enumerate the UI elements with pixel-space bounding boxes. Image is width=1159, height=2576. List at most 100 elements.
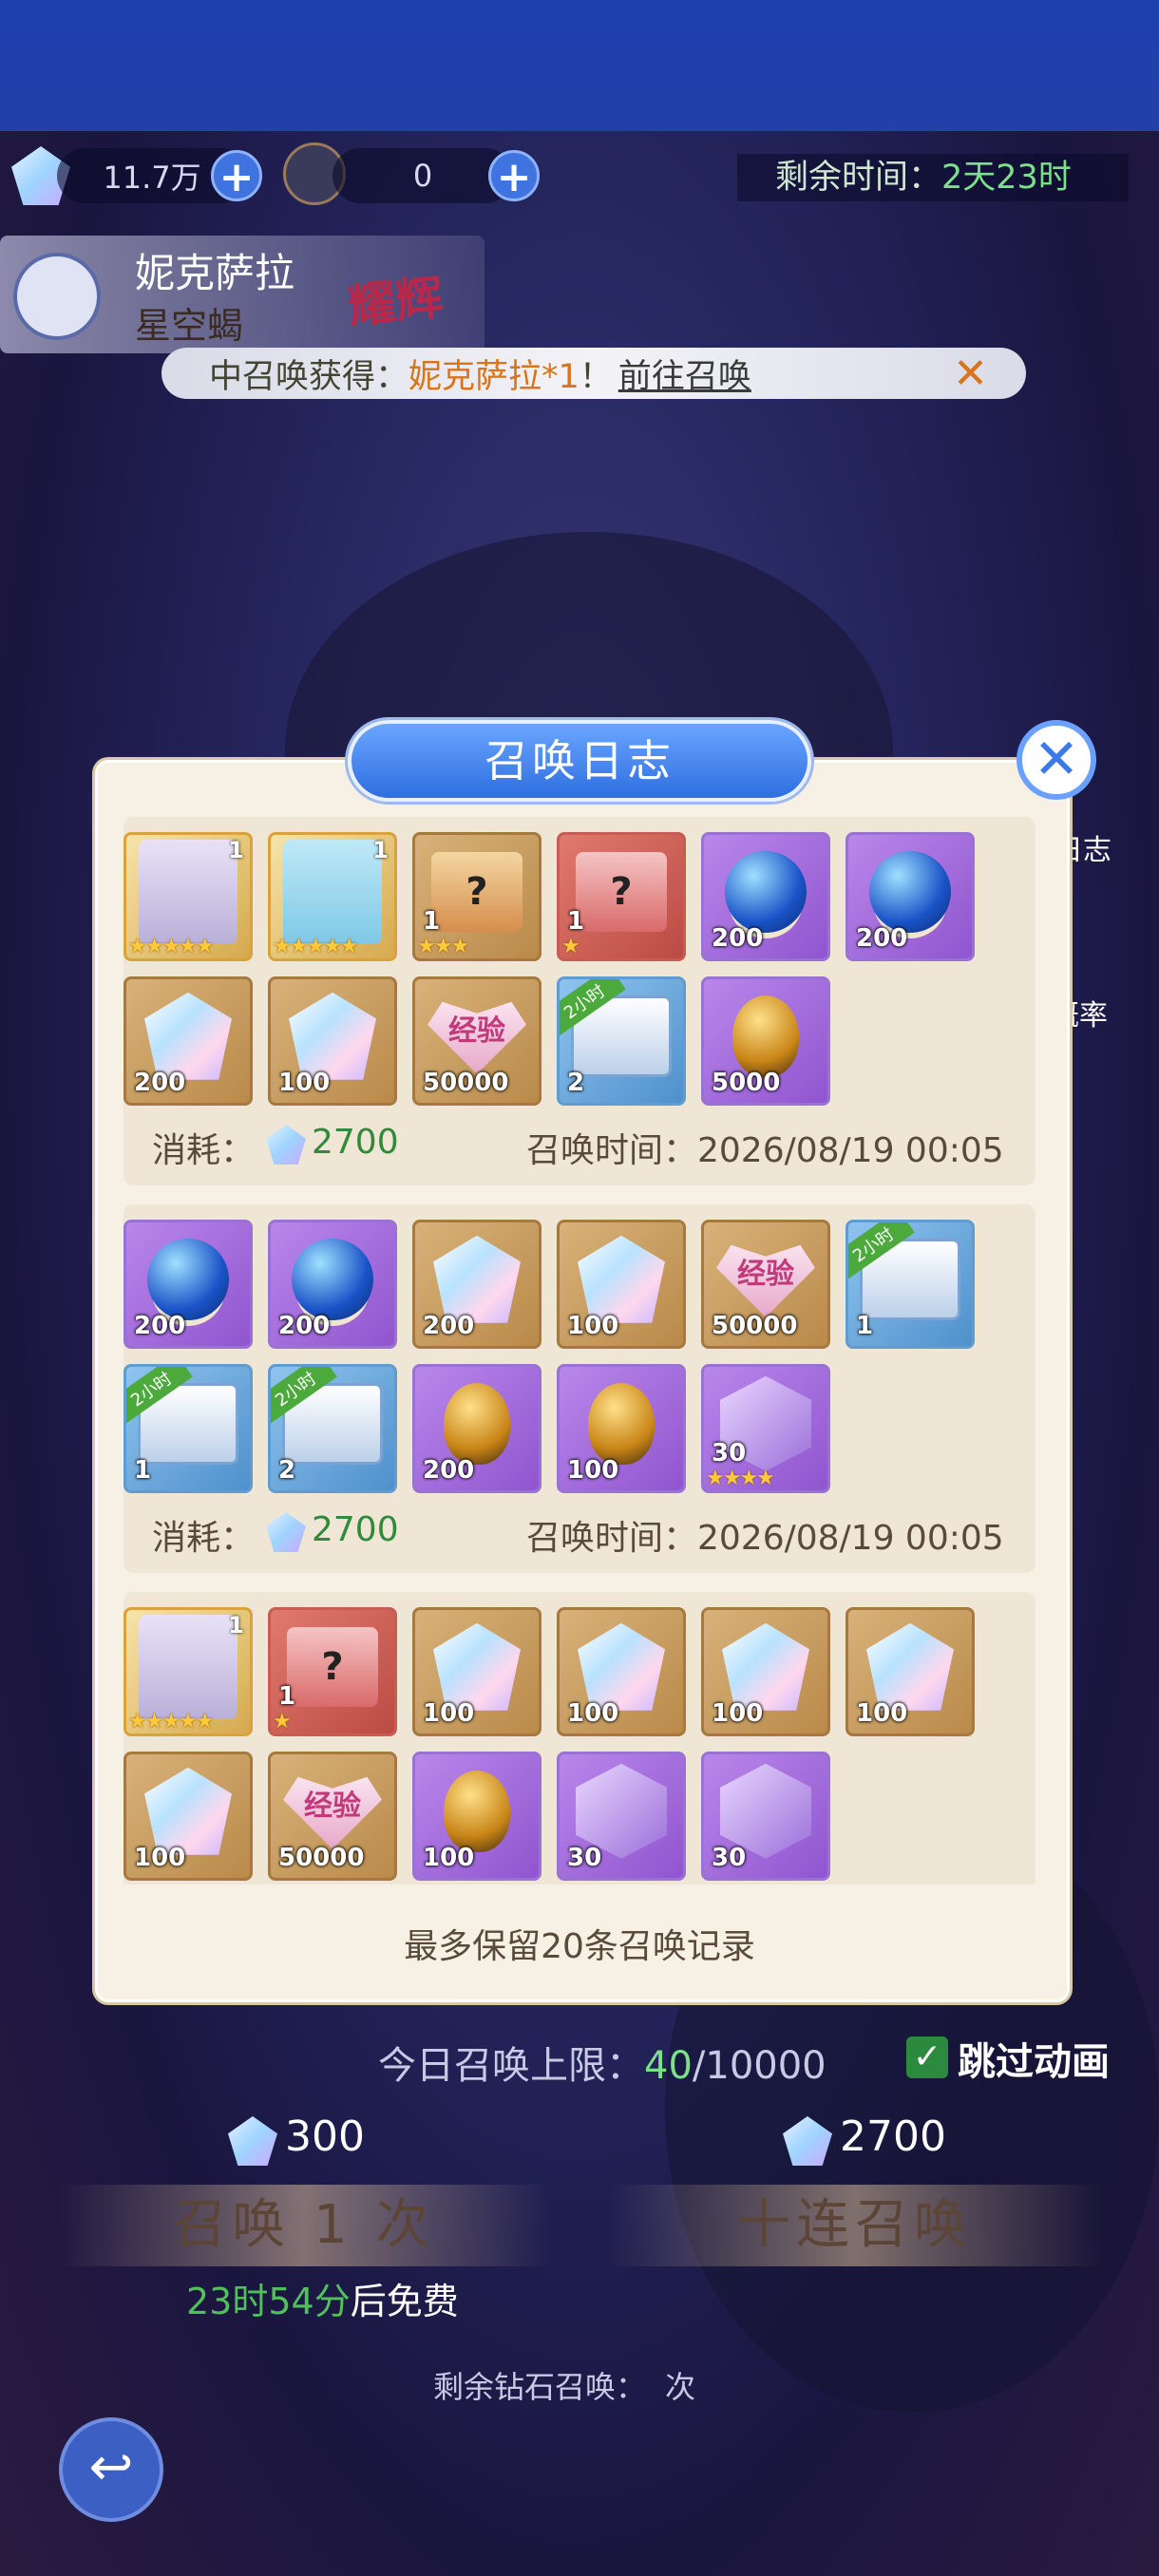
cost-value: 2700 [312, 1123, 399, 1162]
reward-item[interactable]: 100 [557, 1364, 686, 1493]
free-timer-value: 23时54分 [186, 2281, 351, 2322]
reward-item[interactable]: 100 [412, 1607, 542, 1736]
reward-item[interactable]: 100 [701, 1607, 830, 1736]
item-quantity: 200 [856, 924, 908, 953]
reward-item[interactable]: 2小时 1 [124, 1364, 253, 1493]
reward-item[interactable]: 1 ★★★★★ [124, 832, 253, 961]
item-quantity: 200 [134, 1069, 186, 1097]
item-quantity: 100 [567, 1699, 619, 1728]
close-notice-icon[interactable]: ✕ [953, 350, 988, 398]
cost-value: 2700 [312, 1510, 399, 1549]
reward-item[interactable]: 2小时 1 [846, 1220, 975, 1349]
reward-item[interactable]: ? 1 ★ [557, 832, 686, 961]
featured-hero-card[interactable]: 妮克萨拉 星空蝎 耀辉 [0, 236, 484, 353]
skip-animation-label: 跳过动画 [958, 2040, 1110, 2084]
summon-once-button[interactable]: 召唤 1 次 [57, 2185, 551, 2266]
egg-icon [444, 1770, 510, 1852]
portrait-b-icon [283, 839, 382, 944]
summon-ten-button[interactable]: 十连召唤 [608, 2185, 1102, 2266]
crystal-icon [578, 1235, 665, 1323]
box-r-icon: ? [287, 1626, 378, 1707]
egg-icon [732, 994, 799, 1077]
crystal-icon [578, 1622, 665, 1711]
item-level: 1 [228, 837, 244, 863]
box-q-icon: ? [431, 851, 522, 932]
reward-item[interactable]: 100 [557, 1220, 686, 1349]
item-quantity: 100 [567, 1312, 619, 1340]
reward-item[interactable]: 经验 50000 [701, 1220, 830, 1349]
log-group: 1 ★★★★★? 1 ★ 100 100 100 100 100 经验 50000 100 30 30 [124, 1592, 1036, 1885]
reward-item[interactable]: ? 1 ★★★ [412, 832, 542, 961]
daily-limit-used: 40 [644, 2044, 693, 2088]
item-quantity: 30 [712, 1844, 747, 1872]
crystal-icon [144, 1767, 232, 1855]
dialog-title: 召唤日志 [348, 720, 811, 802]
orb-icon [147, 1238, 229, 1320]
remaining-time-label: 剩余时间： [775, 159, 942, 197]
close-dialog-button[interactable]: ✕ [1016, 720, 1096, 800]
crystal-icon [722, 1622, 809, 1711]
reward-item[interactable]: 200 [268, 1220, 397, 1349]
summon-time: 召唤时间：2026/08/19 00:05 [526, 1519, 1004, 1558]
reward-item[interactable]: 5000 [701, 976, 830, 1106]
heart-icon: 经验 [283, 1776, 382, 1849]
reward-item[interactable]: 100 [846, 1607, 975, 1736]
reward-item[interactable]: ? 1 ★ [268, 1607, 397, 1736]
skip-animation-checkbox[interactable]: ✓ [906, 2036, 948, 2078]
log-scroll-area[interactable]: 1 ★★★★★ 1 ★★★★★? 1 ★★★? 1 ★ 200 200 200 100 经验 50000 2… [124, 817, 1036, 1885]
reward-item[interactable]: 1 ★★★★★ [268, 832, 397, 961]
item-quantity: 1 [423, 907, 441, 936]
free-timer-suffix: 后免费 [350, 2281, 459, 2322]
remaining-time-value: 2天23时 [941, 159, 1072, 197]
item-quantity: 50000 [278, 1844, 365, 1872]
remaining-diamond-summons: 剩余钻石召唤： 次 [433, 2363, 695, 2407]
reward-item[interactable]: 2小时 2 [557, 976, 686, 1106]
star-rating: ★★★★★ [128, 935, 215, 958]
hero-name: 妮克萨拉 [135, 250, 295, 296]
remaining-diamond-unit: 次 [665, 2369, 696, 2405]
reward-item[interactable]: 200 [701, 832, 830, 961]
reward-item[interactable]: 2小时 2 [268, 1364, 397, 1493]
reward-item[interactable]: 200 [412, 1364, 542, 1493]
reward-item[interactable]: 200 [846, 832, 975, 961]
egg-icon [444, 1382, 510, 1465]
orb-icon [292, 1238, 373, 1320]
goto-summon-link[interactable]: 前往召唤 [618, 350, 751, 398]
reward-item[interactable]: 100 [412, 1752, 542, 1881]
item-quantity: 1 [134, 1456, 152, 1485]
log-group: 200 200 200 100 经验 50000 2小时 1 2小时 1 2小时 2 200 100 30 ★… [124, 1204, 1036, 1573]
heart-icon: 经验 [428, 1001, 526, 1074]
item-quantity: 100 [712, 1699, 764, 1728]
reward-item[interactable]: 30 [701, 1752, 830, 1881]
add-ticket-button[interactable]: + [488, 150, 540, 201]
item-quantity: 100 [278, 1069, 331, 1097]
reward-item[interactable]: 200 [124, 976, 253, 1106]
item-quantity: 100 [423, 1699, 475, 1728]
reward-item[interactable]: 100 [268, 976, 397, 1106]
notice-prefix: 中召唤获得： [209, 357, 409, 396]
back-button[interactable]: ↩ [59, 2417, 163, 2522]
crystal-icon [433, 1235, 521, 1323]
reward-item[interactable]: 30 [557, 1752, 686, 1881]
reward-item[interactable]: 100 [124, 1752, 253, 1881]
reward-item[interactable]: 200 [124, 1220, 253, 1349]
reward-item[interactable]: 经验 50000 [268, 1752, 397, 1881]
item-level: 1 [372, 837, 389, 863]
notice-item: 妮克萨拉*1 [408, 357, 580, 396]
reward-item[interactable]: 100 [557, 1607, 686, 1736]
item-quantity: 2 [567, 1069, 585, 1097]
diamond-icon [266, 1125, 306, 1165]
item-quantity: 1 [278, 1682, 296, 1711]
item-level: 1 [228, 1612, 244, 1638]
reward-item[interactable]: 1 ★★★★★ [124, 1607, 253, 1736]
free-timer: 23时54分后免费 [186, 2272, 459, 2324]
item-quantity: 200 [134, 1312, 186, 1340]
reward-item[interactable]: 经验 50000 [412, 976, 542, 1106]
crystal-icon [433, 1622, 521, 1711]
reward-item[interactable]: 30 ★★★★ [701, 1364, 830, 1493]
reward-item[interactable]: 200 [412, 1220, 542, 1349]
portrait-w-icon [139, 839, 238, 944]
item-quantity: 200 [278, 1312, 331, 1340]
star-rating: ★★★ [417, 935, 469, 958]
add-diamond-button[interactable]: + [211, 150, 262, 201]
